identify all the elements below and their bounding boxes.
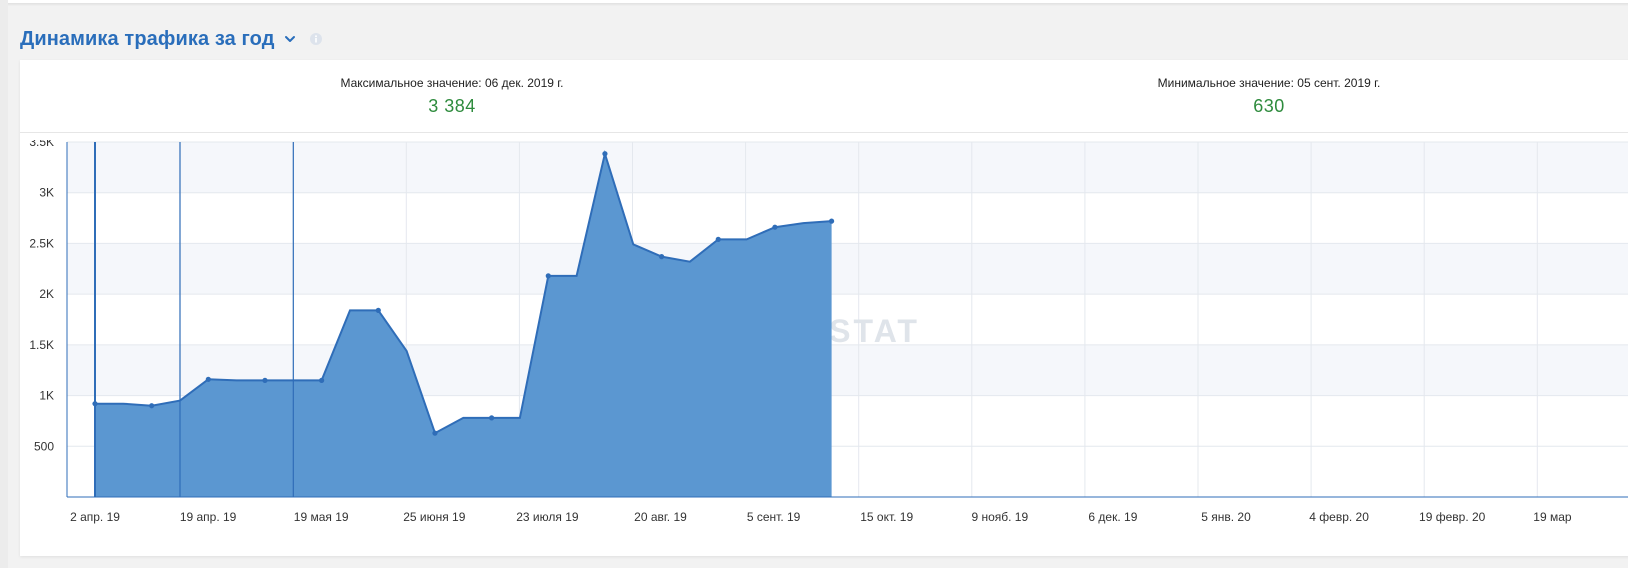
data-point xyxy=(489,415,495,421)
y-tick-label: 2.5K xyxy=(29,236,54,250)
x-tick-label: 15 окт. 19 xyxy=(860,510,913,524)
x-tick-label: 2 апр. 19 xyxy=(70,510,120,524)
x-tick-label: 23 июля 19 xyxy=(516,510,579,524)
x-tick-label: 9 нояб. 19 xyxy=(971,510,1028,524)
series-area xyxy=(95,153,832,498)
chevron-down-icon[interactable] xyxy=(283,32,297,46)
section-title[interactable]: Динамика трафика за год xyxy=(20,28,275,51)
data-point xyxy=(545,273,551,279)
min-stat: Минимальное значение: 05 сент. 2019 г. 6… xyxy=(1089,76,1449,117)
y-tick-label: 1.5K xyxy=(29,338,54,352)
y-tick-label: 1K xyxy=(39,389,54,403)
top-card-edge xyxy=(0,0,1628,4)
y-tick-label: 2K xyxy=(39,287,54,301)
x-tick-label: 5 янв. 20 xyxy=(1201,510,1251,524)
max-stat-value: 3 384 xyxy=(428,96,476,116)
max-stat: Максимальное значение: 06 дек. 2019 г. 3… xyxy=(272,76,632,117)
x-tick-label: 20 авг. 19 xyxy=(634,510,687,524)
data-point xyxy=(659,254,665,260)
data-point xyxy=(828,218,835,224)
data-point xyxy=(205,376,211,382)
info-icon[interactable] xyxy=(309,32,323,46)
data-point xyxy=(715,236,721,242)
y-tick-label: 3.5K xyxy=(29,140,54,149)
traffic-card: Максимальное значение: 06 дек. 2019 г. 3… xyxy=(20,60,1628,556)
stats-bar: Максимальное значение: 06 дек. 2019 г. 3… xyxy=(20,60,1628,133)
min-stat-value: 630 xyxy=(1253,96,1285,116)
y-tick-label: 3K xyxy=(39,186,54,200)
side-strip xyxy=(0,0,8,568)
x-tick-label: 19 мая 19 xyxy=(294,510,349,524)
x-tick-label: 19 февр. 20 xyxy=(1419,510,1486,524)
data-point xyxy=(262,377,268,383)
x-tick-label: 19 мар xyxy=(1533,510,1572,524)
x-tick-label: 25 июня 19 xyxy=(403,510,466,524)
data-point xyxy=(149,403,155,409)
x-tick-label: 4 февр. 20 xyxy=(1309,510,1369,524)
data-point xyxy=(92,401,98,407)
data-point xyxy=(602,151,608,157)
data-point xyxy=(375,307,381,313)
grid-band xyxy=(67,142,1628,193)
section-header: Динамика трафика за год xyxy=(20,24,323,54)
data-point xyxy=(319,377,325,383)
max-stat-label: Максимальное значение: 06 дек. 2019 г. xyxy=(340,76,564,90)
x-tick-label: 6 дек. 19 xyxy=(1088,510,1137,524)
min-stat-label: Минимальное значение: 05 сент. 2019 г. xyxy=(1157,76,1381,90)
data-point xyxy=(772,224,778,230)
traffic-area-chart: SERPSTAT5001K1.5K2K2.5K3K3.5K2 апр. 1919… xyxy=(29,140,1628,524)
x-tick-label: 5 сент. 19 xyxy=(747,510,801,524)
x-tick-label: 19 апр. 19 xyxy=(180,510,237,524)
y-tick-label: 500 xyxy=(34,439,54,453)
grid-band xyxy=(67,243,1628,295)
data-point xyxy=(432,430,438,436)
